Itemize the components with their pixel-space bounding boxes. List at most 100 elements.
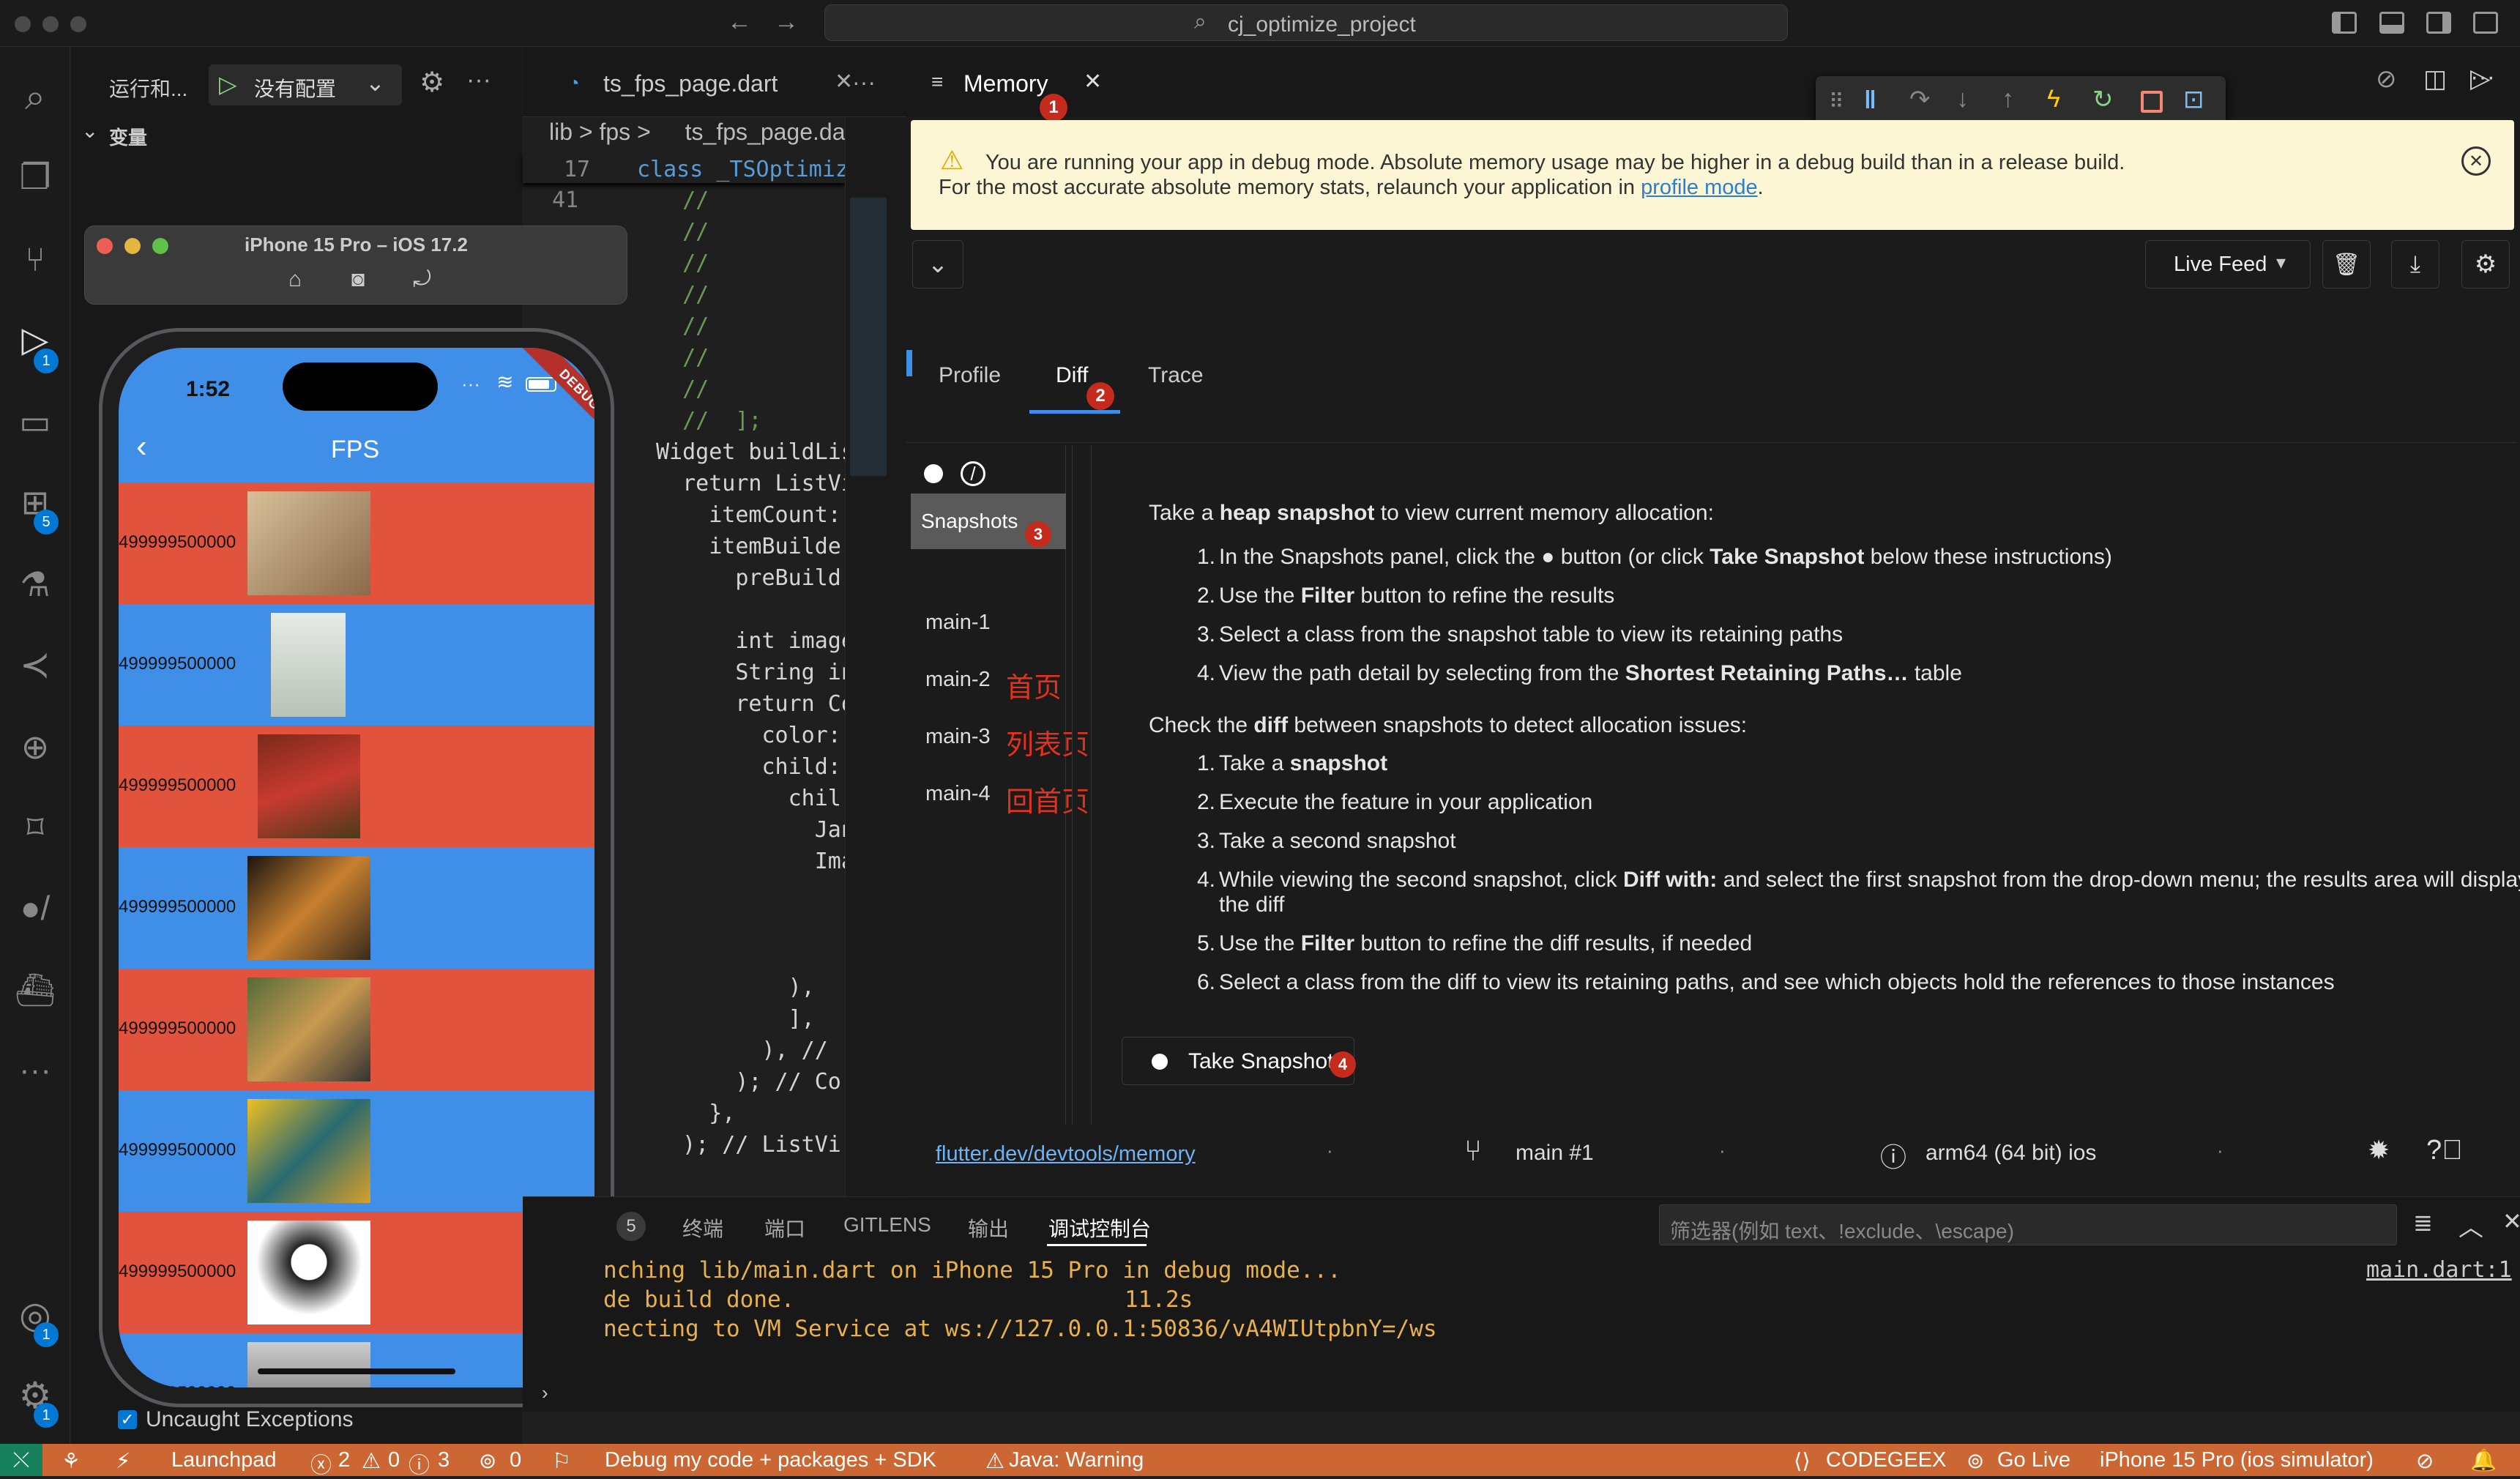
sim-min-dot[interactable] bbox=[124, 238, 141, 254]
command-search[interactable]: ⌕ cj_optimize_project bbox=[824, 4, 1788, 41]
panel-tab-ports[interactable]: 端口 bbox=[764, 1213, 805, 1243]
list-item[interactable]: 499999500000 bbox=[119, 483, 594, 604]
error-count[interactable]: 2 bbox=[338, 1448, 350, 1472]
variables-chevron-icon[interactable]: ⌄ bbox=[81, 119, 98, 143]
flutter-icon[interactable]: ≺ bbox=[7, 637, 63, 693]
config-selector[interactable]: ▷ 没有配置 ⌄ bbox=[209, 64, 402, 105]
remote-indicator-icon[interactable]: ⤬ bbox=[0, 1444, 42, 1476]
gitlens-icon[interactable]: ⊕ bbox=[7, 719, 63, 775]
stop-icon[interactable] bbox=[2141, 91, 2163, 113]
hot-reload-icon[interactable]: ϟ bbox=[2047, 85, 2060, 113]
codegeex-label[interactable]: CODEGEEX bbox=[1826, 1448, 1946, 1472]
home-icon[interactable]: ⌂ bbox=[288, 267, 302, 292]
start-debug-icon[interactable]: ▷ bbox=[219, 70, 237, 98]
testing-icon[interactable]: ⚗ bbox=[7, 556, 63, 612]
layout-secondary-icon[interactable] bbox=[2426, 12, 2451, 34]
back-arrow-icon[interactable]: ← bbox=[725, 7, 754, 37]
breadcrumb-file[interactable]: ts_fps_page.dart bbox=[657, 119, 860, 145]
remote-explorer-icon[interactable]: ▭ bbox=[7, 394, 63, 450]
snapshot-item[interactable]: main-4 bbox=[925, 782, 991, 806]
clear-snapshots-icon[interactable]: / bbox=[961, 461, 985, 486]
debug-mode-icon[interactable]: ⚐ bbox=[552, 1448, 571, 1474]
isolate-icon[interactable]: ⑂ bbox=[1464, 1135, 1482, 1168]
minimap[interactable] bbox=[845, 117, 906, 1196]
go-live-label[interactable]: Go Live bbox=[1997, 1448, 2070, 1472]
clear-console-icon[interactable]: ≣ bbox=[2413, 1209, 2433, 1237]
pause-icon[interactable]: ǁ bbox=[1864, 86, 1876, 115]
restart-icon[interactable]: ↻ bbox=[2092, 85, 2114, 114]
snapshot-item[interactable]: main-1 bbox=[925, 611, 991, 635]
layout-sidebar-icon[interactable] bbox=[2332, 12, 2357, 34]
go-live-icon[interactable]: ⊚ bbox=[1967, 1448, 1984, 1474]
take-snapshot-dot-icon[interactable] bbox=[924, 464, 943, 483]
devtools-docs-link[interactable]: flutter.dev/devtools/memory bbox=[936, 1142, 1196, 1166]
debug-mode-label[interactable]: Debug my code + packages + SDK bbox=[605, 1448, 936, 1472]
rotate-icon[interactable]: ⤾ bbox=[413, 267, 431, 292]
warning-status-icon[interactable]: ⚠ bbox=[362, 1448, 381, 1474]
memory-settings-icon[interactable]: ⚙ bbox=[2461, 240, 2510, 288]
window-min-dot[interactable] bbox=[42, 16, 59, 32]
ports-icon[interactable]: ⊚ bbox=[479, 1448, 496, 1474]
close-memory-tab-icon[interactable]: ✕ bbox=[1084, 69, 1102, 94]
docker-icon[interactable]: ⛴ bbox=[7, 962, 63, 1018]
source-control-icon[interactable]: ⑂ bbox=[7, 231, 63, 287]
debug-bug-icon[interactable]: ⚘ bbox=[61, 1448, 81, 1474]
take-snapshot-button[interactable]: Take Snapshot bbox=[1122, 1037, 1354, 1085]
launchpad-icon[interactable]: ⚡ bbox=[116, 1448, 130, 1474]
drag-handle-icon[interactable]: ⠿ bbox=[1829, 89, 1844, 113]
codegeex-icon[interactable]: ●/ bbox=[7, 880, 63, 936]
split-handle[interactable] bbox=[1072, 445, 1078, 1158]
panel-tab-debug-console[interactable]: 调试控制台 bbox=[1048, 1213, 1151, 1243]
scroll-chevron-icon[interactable]: › bbox=[542, 1382, 548, 1404]
editor-actions-more-icon[interactable]: ··· bbox=[2470, 63, 2495, 92]
profile-mode-link[interactable]: profile mode bbox=[1641, 176, 1758, 199]
layout-panel-icon[interactable] bbox=[2379, 12, 2404, 34]
breadcrumb-fps[interactable]: fps bbox=[599, 119, 630, 145]
snapshot-item[interactable]: main-2 bbox=[925, 668, 991, 692]
panel-tab-terminal[interactable]: 终端 bbox=[682, 1213, 723, 1243]
delete-icon[interactable]: 🗑 bbox=[2322, 240, 2371, 288]
info-status-icon[interactable]: ⓘ bbox=[409, 1448, 430, 1479]
close-tab-icon[interactable]: ✕ bbox=[835, 69, 853, 94]
explorer-icon[interactable]: ❐ bbox=[7, 149, 63, 205]
maximize-panel-icon[interactable]: ︿ bbox=[2459, 1207, 2483, 1243]
chevron-down-icon[interactable]: ⌄ bbox=[365, 69, 385, 97]
bookmark-icon[interactable]: ⌑ bbox=[7, 800, 63, 855]
snapshot-item[interactable]: main-3 bbox=[925, 725, 991, 749]
tab-profile[interactable]: Profile bbox=[939, 363, 1001, 388]
help-icon[interactable]: ?⃝ bbox=[2426, 1135, 2463, 1166]
isolate-label[interactable]: main #1 bbox=[1516, 1141, 1594, 1166]
list-item[interactable]: 499999500000 bbox=[119, 726, 594, 847]
sim-max-dot[interactable] bbox=[152, 238, 168, 254]
uncaught-checkbox[interactable]: ✓ bbox=[118, 1410, 137, 1429]
close-panel-icon[interactable]: ✕ bbox=[2502, 1207, 2520, 1235]
broadcast-icon[interactable]: ⊘ bbox=[2376, 64, 2397, 94]
panel-tab-output[interactable]: 输出 bbox=[968, 1213, 1009, 1243]
codegeex-status-icon[interactable]: ⟨⟩ bbox=[1794, 1448, 1811, 1474]
list-item[interactable]: 499999500000 bbox=[119, 1090, 594, 1212]
more-icon[interactable]: ··· bbox=[7, 1043, 63, 1098]
console-filter-input[interactable]: 筛选器(例如 text、!exclude、\escape) bbox=[1659, 1204, 2397, 1245]
collapse-chart-button[interactable]: ⌄ bbox=[912, 240, 963, 288]
panel-tab-problems-count[interactable]: 5 bbox=[616, 1212, 646, 1241]
more-actions-icon[interactable]: ··· bbox=[466, 66, 491, 94]
layout-customize-icon[interactable] bbox=[2473, 12, 2498, 34]
no-bell-icon[interactable]: ⊘ bbox=[2416, 1448, 2434, 1474]
notifications-icon[interactable]: 🔔 bbox=[2470, 1448, 2497, 1473]
variables-header[interactable]: 变量 bbox=[109, 123, 147, 150]
java-icon[interactable]: ⚠ bbox=[985, 1448, 1004, 1474]
window-max-dot[interactable] bbox=[70, 16, 86, 32]
device-label[interactable]: iPhone 15 Pro (ios simulator) bbox=[2100, 1448, 2374, 1472]
java-status[interactable]: Java: Warning bbox=[1009, 1448, 1144, 1472]
minimap-slider[interactable] bbox=[850, 198, 887, 476]
explorer-search-icon[interactable]: ⌕ bbox=[7, 69, 63, 124]
error-icon[interactable]: ⓧ bbox=[310, 1448, 332, 1479]
live-feed-dropdown[interactable]: Live Feed ▾ bbox=[2145, 240, 2311, 288]
editor-more-icon[interactable]: ··· bbox=[852, 69, 876, 96]
warning-count[interactable]: 0 bbox=[388, 1448, 400, 1472]
memory-tab[interactable]: ≡ Memory ✕ bbox=[911, 57, 1107, 108]
launchpad-label[interactable]: Launchpad bbox=[171, 1448, 277, 1472]
tab-trace[interactable]: Trace bbox=[1148, 363, 1204, 388]
list-item[interactable]: 499999500000 bbox=[119, 604, 594, 726]
download-icon[interactable]: ⤓ bbox=[2391, 240, 2439, 288]
